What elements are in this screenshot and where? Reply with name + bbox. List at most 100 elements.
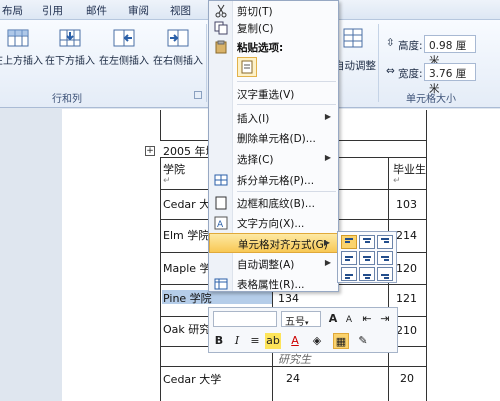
menu-item-label: 删除单元格(D)... xyxy=(237,133,316,145)
rows-cols-launcher-icon[interactable] xyxy=(194,91,202,99)
insert-below-icon xyxy=(58,26,82,50)
insert-above-label: 在上方插入 xyxy=(0,56,43,67)
shading-icon[interactable]: ◈ xyxy=(309,333,325,349)
menu-item-label: 插入(I) xyxy=(237,113,270,125)
menu-item-label: 粘贴选项: xyxy=(237,42,284,54)
menu-separator xyxy=(237,191,336,192)
menu-item-delete-cells[interactable]: 删除单元格(D)... xyxy=(209,128,338,148)
bold-button[interactable]: B xyxy=(211,333,227,349)
menu-item-cell-alignment[interactable]: 单元格对齐方式(G) ▶ xyxy=(209,233,338,253)
text-direction-icon: A xyxy=(214,216,228,230)
insert-left-icon xyxy=(112,26,136,50)
menu-item-select[interactable]: 选择(C) ▶ xyxy=(209,149,338,169)
insert-below-button[interactable]: 在下方插入 xyxy=(44,26,96,67)
align-middle-right-icon[interactable] xyxy=(377,251,393,265)
align-top-right-icon[interactable] xyxy=(377,235,393,249)
paragraph-mark: ↵ xyxy=(393,176,401,186)
insert-above-button[interactable]: 在上方插入 xyxy=(0,26,44,67)
font-color-button[interactable]: A xyxy=(287,333,303,349)
grow-font-button[interactable]: A xyxy=(325,311,341,327)
row-height-icon: ⇳ xyxy=(386,37,395,49)
column-width-label: 宽度: xyxy=(398,68,423,80)
insert-left-button[interactable]: 在左侧插入 xyxy=(98,26,150,67)
menu-item-split-cells[interactable]: 拆分单元格(P)... xyxy=(209,170,338,190)
menu-separator xyxy=(237,81,336,82)
row-college-name: Oak 研究 xyxy=(163,323,211,336)
rows-cols-group-label: 行和列 xyxy=(52,94,82,105)
tab-layout[interactable]: 布局 xyxy=(2,3,23,18)
align-bottom-right-icon[interactable] xyxy=(377,267,393,281)
column-width-icon: ⇔ xyxy=(386,65,395,77)
font-size-value: 五号 xyxy=(285,317,305,328)
menu-item-text-direction[interactable]: A 文字方向(X)... xyxy=(209,213,338,233)
submenu-arrow-icon: ▶ xyxy=(323,238,330,247)
column-width-input[interactable]: 3.76 厘米 xyxy=(424,63,476,95)
menu-item-label: 文字方向(X)... xyxy=(237,218,305,230)
table-move-handle-icon[interactable]: + xyxy=(145,146,155,156)
context-menu: 剪切(T) 复制(C) 粘贴选项: 汉字重选(V) 插入(I) ▶ 删除单元格(… xyxy=(208,0,339,292)
insert-below-label: 在下方插入 xyxy=(45,56,95,67)
header-graduates: 毕业生 xyxy=(393,163,426,176)
cell-size-group-label: 单元格大小 xyxy=(406,94,456,105)
align-middle-left-icon[interactable] xyxy=(341,251,357,265)
mini-toolbar: 五号▾ A A ⇤ ⇥ B I ≡ ab A ◈ ▦ ✎ xyxy=(208,307,398,353)
highlight-color-icon[interactable]: ab xyxy=(265,333,281,349)
menu-item-borders-shading[interactable]: 边框和底纹(B)... xyxy=(209,193,338,213)
tab-view[interactable]: 视图 xyxy=(170,3,191,18)
row-height-input[interactable]: 0.98 厘米 xyxy=(424,35,476,67)
align-bottom-center-icon[interactable] xyxy=(359,267,375,281)
row-college-name: Cedar 大学 xyxy=(163,373,222,386)
svg-text:A: A xyxy=(217,220,224,230)
paste-icon xyxy=(214,40,228,54)
shrink-font-button[interactable]: A xyxy=(341,312,357,328)
align-top-left-icon[interactable] xyxy=(341,235,357,249)
menu-item-label: 汉字重选(V) xyxy=(237,89,295,101)
row-college-name: Elm 学院 xyxy=(163,229,210,242)
italic-button[interactable]: I xyxy=(229,333,245,349)
format-painter-icon[interactable]: ✎ xyxy=(355,333,371,349)
header-college: 学院 xyxy=(163,163,185,176)
menu-item-label: 剪切(T) xyxy=(237,6,273,18)
insert-right-label: 在右侧插入 xyxy=(153,56,203,67)
autofit-label: 自动调整 xyxy=(334,60,376,72)
menu-item-label: 拆分单元格(P)... xyxy=(237,175,315,187)
font-size-dropdown[interactable]: 五号▾ xyxy=(281,311,321,328)
row-grad-value: 120 xyxy=(396,262,417,275)
group-divider xyxy=(378,24,379,102)
align-center-icon[interactable]: ≡ xyxy=(247,333,263,349)
paste-keep-text-button[interactable] xyxy=(237,57,257,77)
tab-review[interactable]: 审阅 xyxy=(128,3,149,18)
menu-item-autofit[interactable]: 自动调整(A) ▶ xyxy=(209,254,338,274)
submenu-arrow-icon: ▶ xyxy=(324,258,331,267)
menu-item-reconvert[interactable]: 汉字重选(V) xyxy=(209,84,338,104)
table-border xyxy=(160,110,161,140)
cell-alignment-submenu xyxy=(337,231,397,283)
menu-separator xyxy=(237,104,336,105)
align-bottom-left-icon[interactable] xyxy=(341,267,357,281)
menu-item-copy[interactable]: 复制(C) xyxy=(209,18,338,38)
align-middle-center-icon[interactable] xyxy=(359,251,375,265)
submenu-arrow-icon: ▶ xyxy=(324,112,331,121)
row-grad-value: 210 xyxy=(396,324,417,337)
align-top-center-icon[interactable] xyxy=(359,235,375,249)
paragraph-mark: ↵ xyxy=(163,176,171,186)
table-border xyxy=(426,110,427,140)
menu-item-table-properties[interactable]: 表格属性(R)... xyxy=(209,274,338,294)
menu-item-label: 边框和底纹(B)... xyxy=(237,198,315,210)
row-college-name: Pine 学院 xyxy=(163,292,212,305)
menu-item-insert[interactable]: 插入(I) ▶ xyxy=(209,108,338,128)
table-border xyxy=(426,140,427,401)
increase-indent-icon[interactable]: ⇥ xyxy=(377,311,393,327)
insert-left-label: 在左侧插入 xyxy=(99,56,149,67)
insert-right-button[interactable]: 在右侧插入 xyxy=(152,26,204,67)
tab-references[interactable]: 引用 xyxy=(42,3,63,18)
borders-button-icon[interactable]: ▦ xyxy=(333,333,349,349)
scissors-icon xyxy=(214,4,228,18)
tab-mailings[interactable]: 邮件 xyxy=(86,3,107,18)
decrease-indent-icon[interactable]: ⇤ xyxy=(359,311,375,327)
menu-item-paste-options: 粘贴选项: xyxy=(209,37,338,57)
table-border xyxy=(160,157,161,401)
row-grad-value: 20 xyxy=(400,372,414,385)
row-grad-value: 121 xyxy=(396,292,417,305)
font-name-dropdown[interactable] xyxy=(213,311,277,327)
